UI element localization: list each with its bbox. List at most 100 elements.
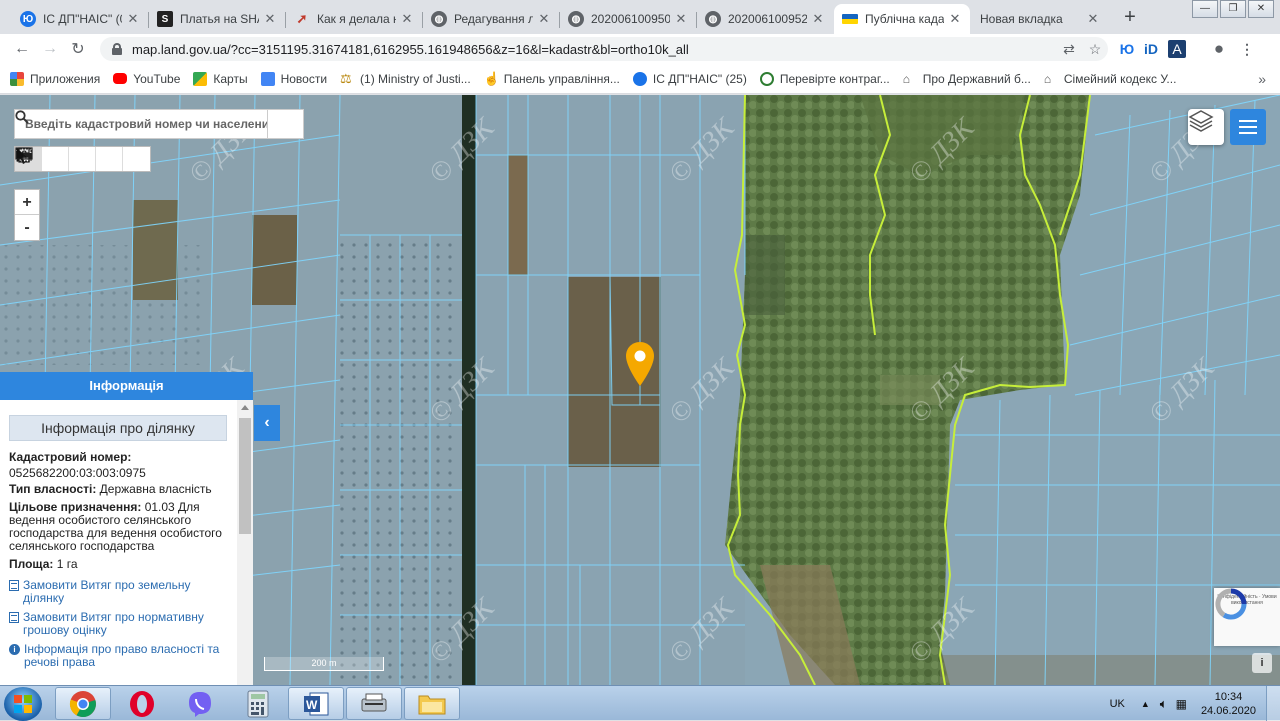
clock[interactable]: 10:34 24.06.2020	[1201, 690, 1256, 718]
folder-icon	[418, 695, 446, 714]
cadastral-number-value: 0525682200:03:003:0975	[9, 466, 146, 480]
show-desktop-button[interactable]	[1266, 686, 1280, 721]
extension-id-icon[interactable]: iD	[1140, 38, 1162, 60]
search-input[interactable]	[15, 110, 267, 138]
tab-file-1[interactable]: ◍ 2020061009505 ✕	[560, 4, 696, 34]
close-icon[interactable]: ✕	[811, 11, 825, 27]
youtube-icon	[113, 73, 128, 84]
close-icon[interactable]: ✕	[1086, 11, 1100, 27]
select-tool-button[interactable]	[17, 147, 123, 171]
close-icon[interactable]: ✕	[537, 11, 551, 27]
volume-icon[interactable]: 🔈︎	[1160, 696, 1168, 712]
map-pin-icon	[626, 342, 654, 386]
reload-button[interactable]: ↻	[64, 39, 92, 59]
building-icon: ⌂	[1043, 71, 1052, 86]
tab-public-cadastral-map[interactable]: Публічна када ✕	[834, 4, 970, 34]
taskbar-calculator[interactable]	[230, 687, 286, 720]
collapse-panel-button[interactable]: ‹	[254, 405, 280, 441]
bookmarks-more-button[interactable]: »	[1258, 71, 1266, 87]
close-icon[interactable]: ✕	[674, 11, 688, 27]
taskbar-explorer[interactable]	[404, 687, 460, 720]
cadastral-map[interactable]: © ДЗК © ДЗК © ДЗК © ДЗК © ДЗК © ДЗК © ДЗ…	[0, 95, 1280, 685]
minimize-button[interactable]: —	[1192, 0, 1218, 18]
help-button[interactable]: ?	[15, 147, 150, 171]
close-icon[interactable]: ✕	[948, 11, 962, 27]
tab-file-2[interactable]: ◍ 2020061009523 ✕	[697, 4, 833, 34]
taskbar-chrome[interactable]	[55, 687, 111, 720]
bookmark-nais[interactable]: ІС ДП"НАІС" (25)	[632, 71, 747, 86]
close-window-button[interactable]: ✕	[1248, 0, 1274, 18]
measure-area-button[interactable]: M²	[16, 147, 96, 171]
extension-alpha-icon[interactable]: A	[1168, 40, 1186, 58]
bookmark-ministry-of-justice[interactable]: ⚖ (1) Ministry of Justi...	[340, 71, 471, 86]
svg-text:W: W	[306, 698, 318, 712]
order-valuation-extract-link[interactable]: Замовити Витяг про нормативну грошову оц…	[9, 611, 231, 637]
bookmark-youtube[interactable]: YouTube	[113, 72, 180, 86]
land-purpose: Цільове призначення: 01.03 Для ведення о…	[9, 500, 222, 553]
info-panel-scrollbar[interactable]	[237, 400, 253, 685]
address-bar[interactable]: map.land.gov.ua/?cc=3151195.31674181,616…	[100, 37, 1108, 61]
tab-shafa[interactable]: S Платья на SHA ✕	[149, 4, 285, 34]
info-panel-body: Інформація про ділянку Кадастровий номер…	[0, 400, 237, 685]
info-panel: Інформація Інформація про ділянку Кадаст…	[0, 372, 253, 685]
layers-button[interactable]	[1188, 109, 1224, 145]
translate-icon[interactable]: ⇄	[1058, 38, 1080, 60]
bookmark-control-panel[interactable]: ☝ Панель управління...	[483, 70, 620, 86]
star-icon[interactable]: ☆	[1084, 38, 1106, 60]
paper-plane-icon: ➚	[296, 11, 308, 26]
tab-kak-ya[interactable]: ➚ Как я делала н ✕	[286, 4, 422, 34]
hamburger-icon	[1239, 120, 1257, 122]
tab-nais[interactable]: Ю ІС ДП"НАІС" (0 ✕	[12, 4, 148, 34]
recaptcha-badge[interactable]: Конфіденційність · Умови використання	[1214, 588, 1280, 646]
map-info-button[interactable]: i	[1252, 653, 1272, 673]
back-button[interactable]: ←	[8, 40, 36, 58]
tab-strip: Ю ІС ДП"НАІС" (0 ✕ S Платья на SHA ✕ ➚ К…	[0, 0, 1280, 34]
scroll-thumb[interactable]	[239, 418, 251, 534]
tab-label: Как я делала н	[317, 12, 396, 26]
bookmark-family-code[interactable]: ⌂ Сімейний кодекс У...	[1044, 72, 1177, 86]
cadastral-number-label: Кадастровий номер:	[9, 450, 132, 464]
extension-nais-icon[interactable]: Ю	[1116, 38, 1138, 60]
more-menu-icon[interactable]: ⋮	[1236, 38, 1258, 60]
start-button[interactable]	[4, 687, 42, 721]
close-icon[interactable]: ✕	[126, 11, 140, 27]
bookmark-maps[interactable]: Карты	[193, 71, 248, 86]
taskbar-scanner[interactable]	[346, 687, 402, 720]
search-button[interactable]	[15, 110, 303, 138]
new-tab-button[interactable]: +	[1118, 6, 1142, 30]
tab-new[interactable]: Новая вкладка ✕	[972, 4, 1108, 34]
taskbar-word[interactable]: W	[288, 687, 344, 720]
language-indicator[interactable]: UK	[1110, 698, 1125, 710]
document-icon	[9, 580, 19, 591]
windows-taskbar: W UK ▲ 🔈︎ ▦ 10:34 24.06.2020	[0, 685, 1280, 721]
tab-redaguvannya[interactable]: ◍ Редагування л ✕	[423, 4, 559, 34]
word-icon: W	[304, 692, 329, 715]
hand-icon: ☝	[483, 70, 500, 86]
maximize-button[interactable]: ❐	[1220, 0, 1246, 18]
ownership-rights-info-link[interactable]: i Інформація про право власності та речо…	[9, 643, 231, 669]
zoom-in-button[interactable]: +	[15, 190, 39, 215]
bookmark-news[interactable]: Новости	[260, 71, 327, 86]
show-hidden-icons-icon[interactable]: ▲	[1141, 699, 1150, 709]
bookmark-apps[interactable]: Приложения	[10, 71, 100, 86]
globe-icon: ◍	[431, 11, 447, 27]
forward-button[interactable]: →	[36, 40, 64, 58]
scroll-up-arrow[interactable]	[241, 405, 249, 410]
window-controls: — ❐ ✕	[1190, 0, 1274, 18]
close-icon[interactable]: ✕	[400, 11, 414, 27]
main-menu-button[interactable]	[1230, 109, 1266, 145]
taskbar-opera[interactable]	[114, 687, 170, 720]
close-icon[interactable]: ✕	[263, 11, 277, 27]
bookmark-check-contractor[interactable]: Перевірте контраг...	[759, 71, 890, 86]
globe-icon: ◍	[705, 11, 721, 27]
order-land-extract-link[interactable]: Замовити Витяг про земельну ділянку	[9, 579, 231, 605]
profile-icon[interactable]: ●	[1208, 38, 1230, 60]
network-icon[interactable]: ▦	[1176, 697, 1187, 711]
zoom-out-button[interactable]: -	[15, 215, 39, 240]
tab-label: 2020061009505	[591, 12, 670, 26]
taskbar-viber[interactable]	[172, 687, 228, 720]
bookmark-state-budget[interactable]: ⌂ Про Державний б...	[903, 72, 1031, 86]
ownership-type: Тип власності: Державна власність	[9, 482, 212, 496]
measure-distance-button[interactable]: M	[17, 147, 69, 171]
zoom-control: + -	[14, 189, 40, 241]
